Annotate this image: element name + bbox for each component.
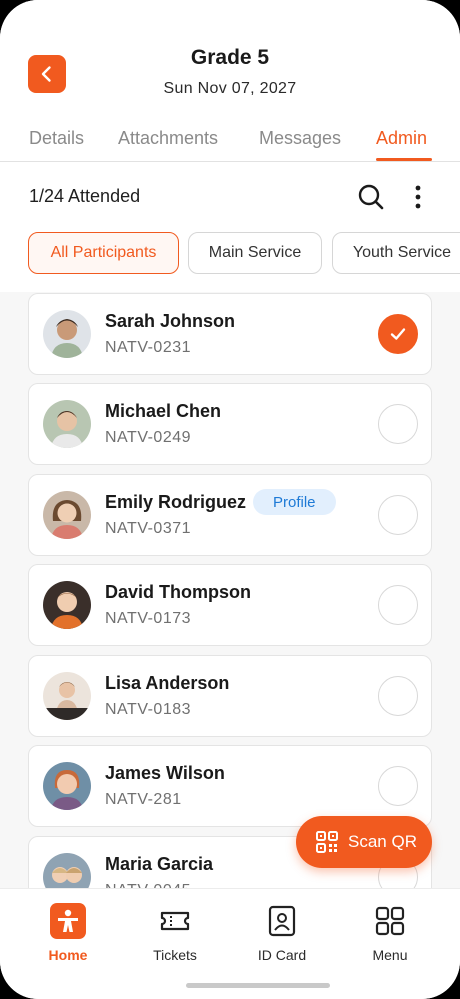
nav-tickets-label: Tickets xyxy=(153,947,197,963)
profile-badge[interactable]: Profile xyxy=(253,489,336,515)
nav-id-card-label: ID Card xyxy=(257,947,307,963)
participant-card[interactable]: David Thompson NATV-0173 xyxy=(28,564,432,646)
participant-name: Emily Rodriguez xyxy=(105,492,247,512)
participant-card[interactable]: James Wilson NATV-281 xyxy=(28,745,432,827)
avatar xyxy=(43,400,91,448)
attendance-checkbox[interactable] xyxy=(378,766,418,806)
home-indicator xyxy=(186,983,330,988)
tab-bar: Details Attachments Messages Admin xyxy=(0,118,460,162)
participant-card[interactable]: Lisa Anderson NATV-0183 xyxy=(28,655,432,737)
attendance-checkbox[interactable] xyxy=(378,404,418,444)
checkmark-icon xyxy=(390,328,406,340)
participant-name: David Thompson xyxy=(105,582,252,602)
avatar xyxy=(43,762,91,810)
attendance-summary: 1/24 Attended xyxy=(29,186,141,206)
participant-name: Lisa Anderson xyxy=(105,673,230,693)
attendance-toolbar: 1/24 Attended xyxy=(0,172,460,222)
bottom-navigation: Home Tickets ID Card Menu xyxy=(0,888,460,999)
participant-id: NATV-0249 xyxy=(105,429,192,446)
participant-card[interactable]: Sarah Johnson NATV-0231 xyxy=(28,293,432,375)
search-button[interactable] xyxy=(357,183,385,211)
participant-id: NATV-0371 xyxy=(105,520,192,537)
nav-home-label: Home xyxy=(48,947,88,963)
tab-admin[interactable]: Admin xyxy=(376,128,427,149)
nav-tickets[interactable]: Tickets xyxy=(125,903,225,963)
avatar xyxy=(43,581,91,629)
participant-id: NATV-281 xyxy=(105,791,182,808)
participant-name: James Wilson xyxy=(105,763,225,783)
page-title: Grade 5 xyxy=(190,46,270,69)
event-date: Sun Nov 07, 2027 xyxy=(163,80,297,97)
participant-card[interactable]: Michael Chen NATV-0249 xyxy=(28,383,432,465)
scan-qr-label: Scan QR xyxy=(348,832,417,851)
id-card-icon xyxy=(264,903,300,939)
nav-menu[interactable]: Menu xyxy=(340,903,440,963)
phone-screen: Grade 5 Sun Nov 07, 2027 Details Attachm… xyxy=(0,0,460,999)
participant-list: Sarah Johnson NATV-0231 Michael Chen NAT… xyxy=(0,292,460,888)
nav-menu-label: Menu xyxy=(372,947,408,963)
participant-card[interactable]: Emily Rodriguez Profile NATV-0371 xyxy=(28,474,432,556)
attendance-checkbox[interactable] xyxy=(378,495,418,535)
ticket-icon xyxy=(157,903,193,939)
participant-name: Michael Chen xyxy=(105,401,222,421)
participant-name: Maria Garcia xyxy=(105,854,214,874)
filter-all-participants[interactable]: All Participants xyxy=(28,232,179,274)
tab-details[interactable]: Details xyxy=(29,128,84,149)
home-icon xyxy=(50,903,86,939)
attendance-checkbox[interactable] xyxy=(378,676,418,716)
more-options-button[interactable] xyxy=(406,183,430,211)
avatar xyxy=(43,491,91,539)
header: Grade 5 Sun Nov 07, 2027 Details Attachm… xyxy=(0,0,460,162)
filter-youth-service[interactable]: Youth Service xyxy=(332,232,460,274)
avatar xyxy=(43,672,91,720)
attendance-checkbox[interactable] xyxy=(378,314,418,354)
participant-id: NATV-0183 xyxy=(105,701,192,718)
search-icon xyxy=(358,184,384,210)
nav-home[interactable]: Home xyxy=(18,903,118,963)
attendance-checkbox[interactable] xyxy=(378,585,418,625)
active-tab-indicator xyxy=(376,158,432,161)
menu-grid-icon xyxy=(372,903,408,939)
more-vertical-icon xyxy=(415,185,421,209)
tab-attachments[interactable]: Attachments xyxy=(118,128,218,149)
nav-id-card[interactable]: ID Card xyxy=(232,903,332,963)
filter-main-service[interactable]: Main Service xyxy=(188,232,322,274)
avatar xyxy=(43,853,91,888)
scan-qr-button[interactable]: Scan QR xyxy=(296,816,432,868)
participant-name: Sarah Johnson xyxy=(105,311,236,331)
avatar xyxy=(43,310,91,358)
filter-chips: All Participants Main Service Youth Serv… xyxy=(0,232,460,276)
participant-id: NATV-0173 xyxy=(105,610,192,627)
tab-messages[interactable]: Messages xyxy=(259,128,341,149)
qr-code-icon xyxy=(316,831,338,853)
participant-id: NATV-0231 xyxy=(105,339,192,356)
